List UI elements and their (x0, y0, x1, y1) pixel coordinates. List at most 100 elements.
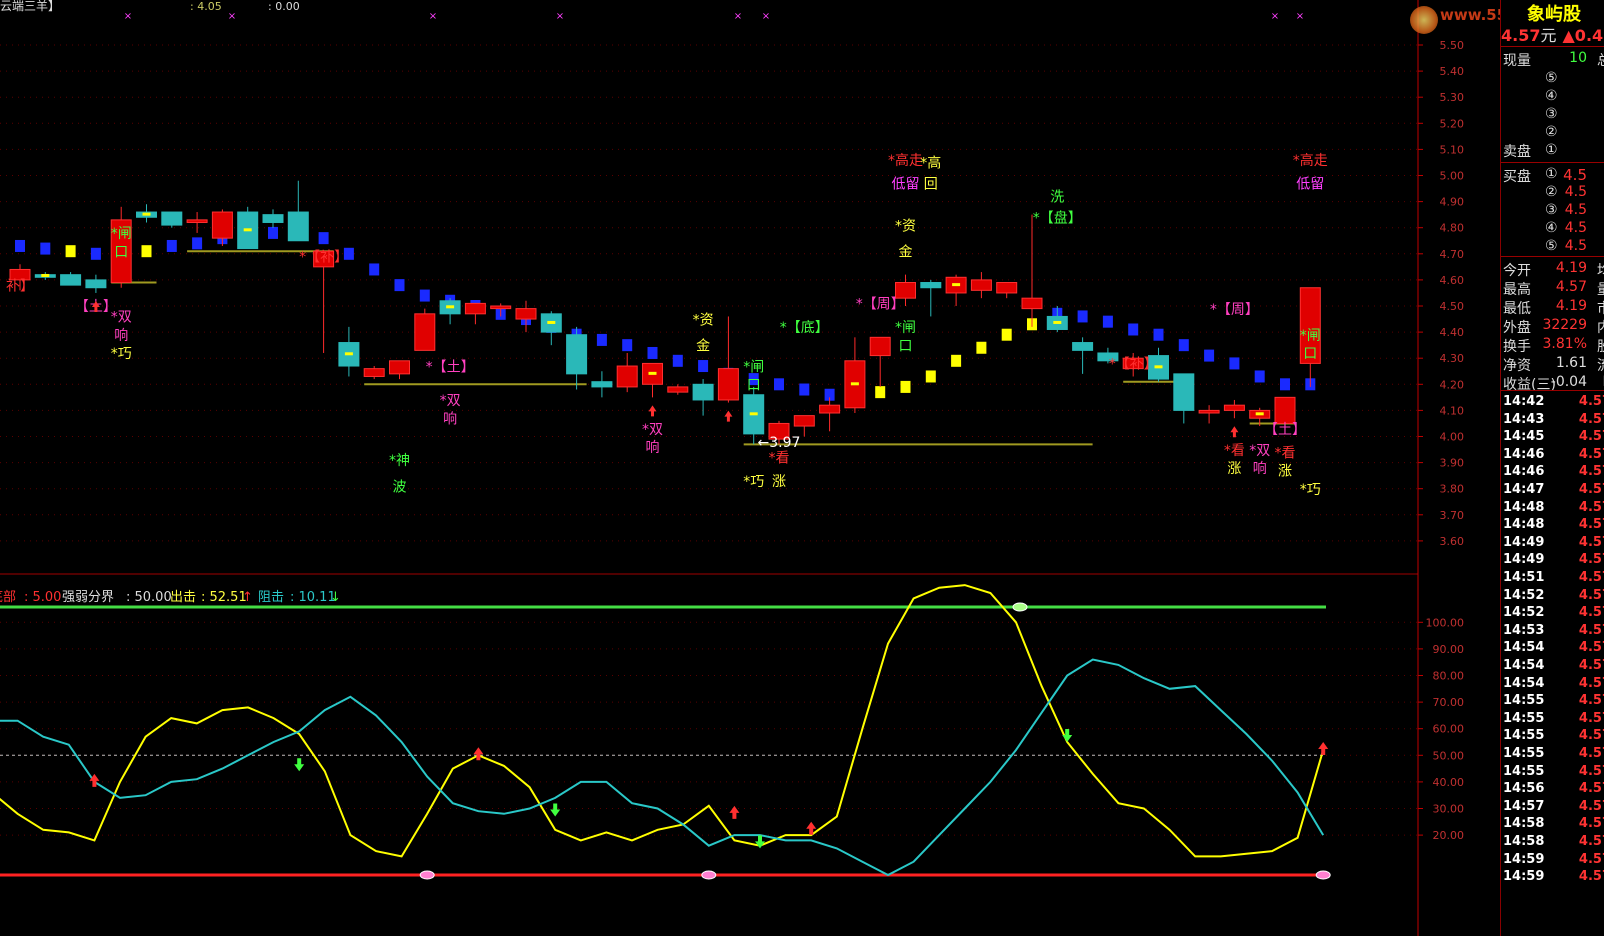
ma-dot (698, 360, 709, 373)
bid-level-value: 4.5 (1564, 184, 1587, 200)
candle-mark (850, 382, 859, 386)
tick-row: 14:42 4.57 (1501, 394, 1604, 412)
tick-row: 14:43 4.57 (1501, 412, 1604, 430)
candle-body (869, 336, 891, 357)
chart-annotation: 口 (899, 338, 913, 354)
tick-row: 14:55 4.57 (1501, 764, 1604, 782)
top-marker-icon: × (734, 11, 742, 22)
ma-dot (647, 346, 658, 359)
tick-time: 14:54 (1503, 675, 1545, 691)
osc-tick-label: 60.00 (1433, 723, 1465, 736)
volume-label: 现量 (1503, 53, 1531, 69)
osc-mid-label: 强弱分界 (62, 590, 114, 605)
ma-dot (40, 242, 51, 255)
tick-price: 4.57 (1578, 622, 1604, 638)
tick-row: 14:54 4.57 (1501, 676, 1604, 694)
stat-row-tail: 股 (1597, 336, 1604, 356)
ma-dot (1178, 339, 1189, 352)
tick-price: 4.57 (1578, 552, 1604, 568)
osc-mid-value: : 50.00 (126, 590, 172, 605)
stat-row-tail: 内 (1597, 317, 1604, 337)
chart-annotation: *【土】 (426, 359, 475, 375)
stat-row-value: 4.57 (1555, 279, 1587, 295)
tick-time: 14:48 (1503, 517, 1545, 533)
stat-row-tail: 量 (1597, 279, 1604, 299)
ask-level-label: ③ (1545, 106, 1558, 122)
price-tick-label: 3.80 (1440, 483, 1465, 496)
candle-body (1072, 342, 1094, 351)
candle-mark (1255, 412, 1264, 416)
chart-annotation: 回 (924, 177, 938, 193)
quote-panel: 象屿股 4.57元▲0.4 现量 10 总 ⑤④③②①卖盘 ①4.5②4.5③4… (1500, 0, 1604, 936)
ma-dot (1153, 328, 1164, 341)
bid-title-label: 买盘 (1503, 169, 1531, 185)
ma-dot (192, 237, 203, 250)
tick-price: 4.57 (1578, 798, 1604, 814)
bid-level: ④ 4.5 (1501, 220, 1604, 238)
stat-row-label: 最高 (1503, 282, 1531, 298)
ma-dot (1077, 310, 1088, 323)
chart-annotation: 补】 (6, 278, 34, 294)
chart-annotation: *巧 (111, 346, 132, 362)
tick-time: 14:46 (1503, 464, 1545, 480)
tick-time: 14:54 (1503, 640, 1545, 656)
tick-price: 4.57 (1578, 658, 1604, 673)
bid-level: ② 4.5 (1501, 184, 1604, 202)
candle-body (60, 274, 82, 286)
chart-annotation: 低留 (892, 177, 920, 193)
ma-dot (925, 370, 936, 383)
osc-tick-label: 20.00 (1433, 829, 1465, 842)
watermark-logo-icon (1410, 6, 1438, 34)
chart-annotation: *【底】 (780, 320, 829, 336)
tick-time: 14:55 (1503, 746, 1545, 761)
tick-row: 14:46 4.57 (1501, 464, 1604, 482)
tick-row: 14:55 4.57 (1501, 693, 1604, 711)
candle-body (414, 313, 436, 351)
chart-annotation: *看 (769, 451, 790, 467)
chart-annotation: *闸 (1300, 328, 1321, 344)
tick-time: 14:49 (1503, 534, 1545, 550)
chart-annotation: *看 (1224, 443, 1245, 459)
chart-annotation: 【土】 (1264, 422, 1306, 438)
tick-row: 14:59 4.57 (1501, 852, 1604, 870)
tick-price: 4.57 (1578, 746, 1604, 761)
bid-level: ③ 4.5 (1501, 202, 1604, 220)
candle-body (793, 415, 815, 427)
chart-annotation: 口 (114, 244, 128, 260)
oscillator-line-slow (0, 658, 1325, 877)
tick-row: 14:48 4.57 (1501, 500, 1604, 518)
ma-dot (1102, 315, 1113, 328)
candle-body (591, 381, 613, 388)
candle-body (287, 211, 309, 242)
chart-canvas: ××××××××补】【土】*双响*巧*闸口*【补】*【土】*双响*神波*双响*资… (0, 0, 1465, 936)
bottom-gem-icon (701, 870, 717, 880)
chart-annotation: 金 (696, 338, 710, 354)
chart-annotation: *高走 (888, 152, 923, 169)
bid-level-label: ④ (1545, 220, 1558, 236)
bid-level-label: ② (1545, 184, 1558, 200)
price-tick-label: 4.90 (1440, 196, 1465, 209)
osc-tick-label: 30.00 (1433, 803, 1465, 816)
ma-dot (1280, 378, 1290, 391)
tick-time: 14:47 (1503, 482, 1545, 497)
ask-level-label: ② (1545, 124, 1558, 140)
tick-time: 14:57 (1503, 798, 1545, 814)
tick-price: 4.57 (1578, 429, 1604, 445)
top-marker-icon: × (1271, 11, 1279, 22)
up-signal-arrow-icon (729, 805, 740, 819)
price-tick-label: 4.20 (1440, 378, 1465, 391)
candle-mark (41, 273, 50, 277)
chart-annotation: *双 (642, 422, 663, 438)
candle-mark (142, 212, 151, 216)
tick-row: 14:46 4.57 (1501, 447, 1604, 465)
tick-time: 14:45 (1503, 429, 1545, 445)
price-tick-label: 4.50 (1440, 300, 1465, 313)
ma-dot (15, 239, 25, 252)
price-tick-label: 5.30 (1440, 91, 1465, 104)
chart-annotation: 洗 (1050, 190, 1064, 206)
down-signal-arrow-icon (1062, 729, 1073, 743)
ask-level: ⑤ (1501, 70, 1604, 88)
tick-time: 14:58 (1503, 816, 1545, 832)
chart-annotation: *双 (1249, 443, 1270, 459)
stat-row: 换手 3.81% 股 (1501, 336, 1604, 356)
